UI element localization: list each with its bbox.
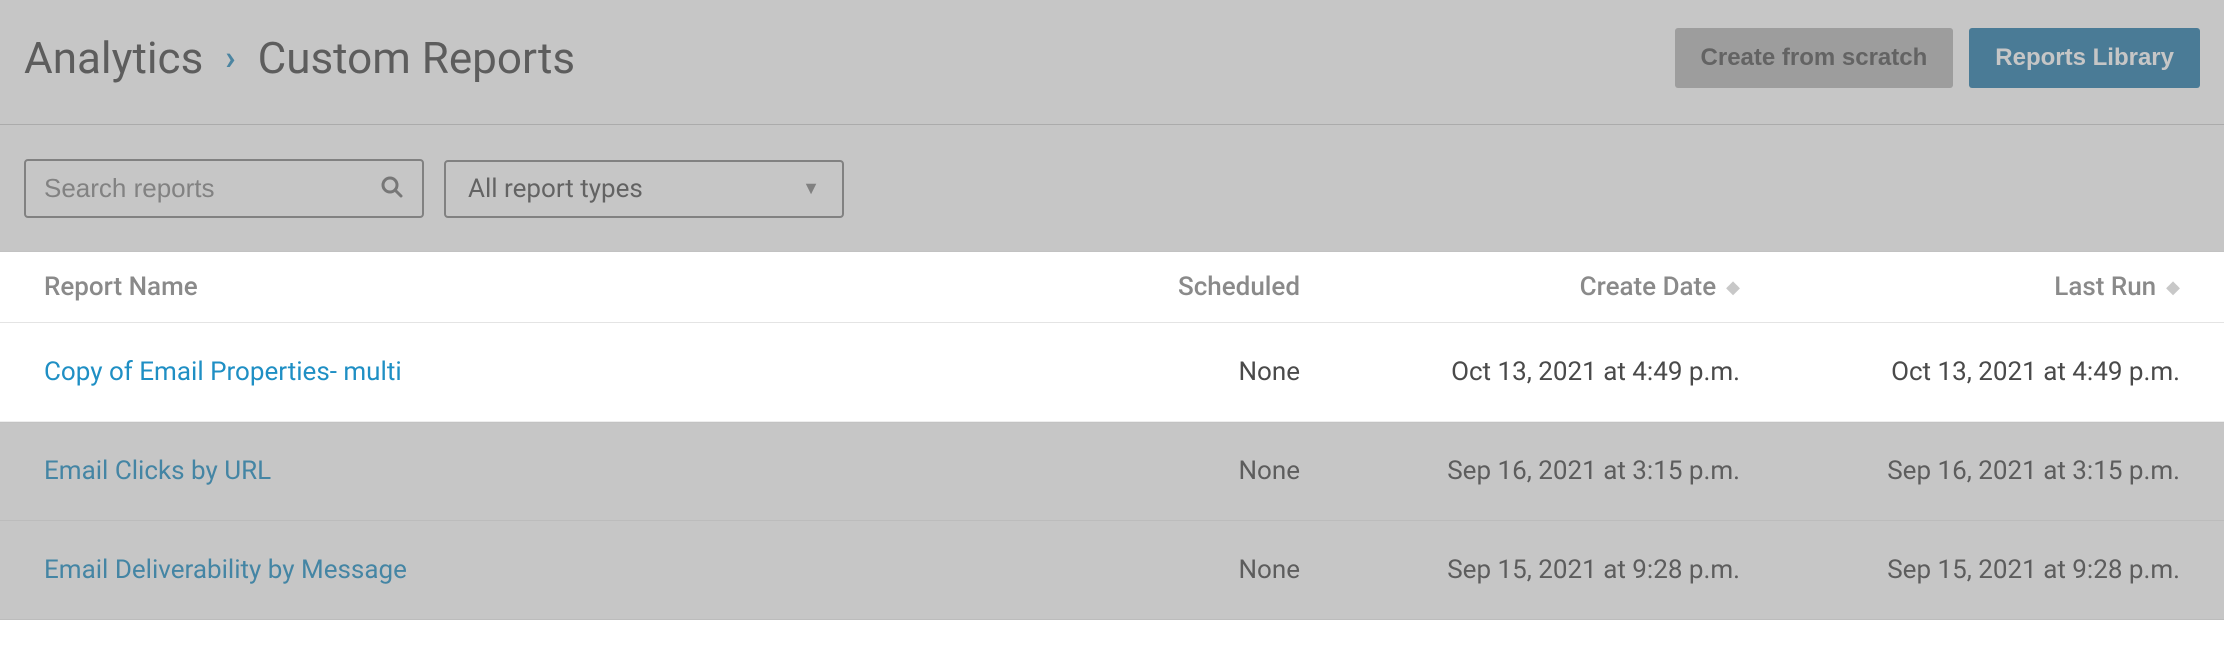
page-header: Analytics › Custom Reports Create from s… bbox=[0, 0, 2224, 125]
cell-last-run: Oct 13, 2021 at 4:49 p.m. bbox=[1740, 357, 2180, 387]
table-body: Copy of Email Properties- multiNoneOct 1… bbox=[0, 323, 2224, 620]
cell-scheduled: None bbox=[1000, 456, 1300, 486]
reports-table: Report Name Scheduled Create Date ◆ Last… bbox=[0, 252, 2224, 620]
table-row: Email Clicks by URLNoneSep 16, 2021 at 3… bbox=[0, 422, 2224, 521]
report-type-selected-label: All report types bbox=[468, 174, 643, 204]
search-icon bbox=[380, 175, 404, 203]
column-header-scheduled[interactable]: Scheduled bbox=[1000, 272, 1300, 302]
caret-down-icon: ▼ bbox=[802, 178, 820, 199]
cell-create-date: Sep 16, 2021 at 3:15 p.m. bbox=[1300, 456, 1740, 486]
report-link[interactable]: Copy of Email Properties- multi bbox=[44, 357, 402, 387]
reports-library-button[interactable]: Reports Library bbox=[1969, 28, 2200, 88]
breadcrumb-current: Custom Reports bbox=[258, 32, 576, 84]
breadcrumb-root[interactable]: Analytics bbox=[24, 32, 203, 84]
cell-report-name: Email Deliverability by Message bbox=[44, 555, 1000, 585]
column-header-last-run-label: Last Run bbox=[2054, 272, 2156, 302]
cell-last-run: Sep 15, 2021 at 9:28 p.m. bbox=[1740, 555, 2180, 585]
table-row: Email Deliverability by MessageNoneSep 1… bbox=[0, 521, 2224, 620]
report-type-select[interactable]: All report types ▼ bbox=[444, 160, 844, 218]
chevron-right-icon: › bbox=[225, 38, 235, 78]
cell-last-run: Sep 16, 2021 at 3:15 p.m. bbox=[1740, 456, 2180, 486]
cell-create-date: Sep 15, 2021 at 9:28 p.m. bbox=[1300, 555, 1740, 585]
column-header-create-date[interactable]: Create Date ◆ bbox=[1300, 272, 1740, 302]
column-header-create-date-label: Create Date bbox=[1580, 272, 1717, 302]
cell-create-date: Oct 13, 2021 at 4:49 p.m. bbox=[1300, 357, 1740, 387]
cell-scheduled: None bbox=[1000, 357, 1300, 387]
search-input[interactable] bbox=[44, 173, 380, 204]
page: Analytics › Custom Reports Create from s… bbox=[0, 0, 2224, 620]
search-reports-field[interactable] bbox=[24, 159, 424, 218]
column-header-last-run[interactable]: Last Run ◆ bbox=[1740, 272, 2180, 302]
report-link[interactable]: Email Clicks by URL bbox=[44, 456, 271, 486]
column-header-name[interactable]: Report Name bbox=[44, 272, 1000, 302]
cell-report-name: Email Clicks by URL bbox=[44, 456, 1000, 486]
table-row: Copy of Email Properties- multiNoneOct 1… bbox=[0, 323, 2224, 422]
create-from-scratch-button[interactable]: Create from scratch bbox=[1675, 28, 1954, 88]
breadcrumb: Analytics › Custom Reports bbox=[24, 32, 575, 84]
report-link[interactable]: Email Deliverability by Message bbox=[44, 555, 407, 585]
toolbar: All report types ▼ bbox=[0, 125, 2224, 252]
cell-report-name: Copy of Email Properties- multi bbox=[44, 357, 1000, 387]
header-actions: Create from scratch Reports Library bbox=[1675, 28, 2200, 88]
sort-icon: ◆ bbox=[1726, 277, 1740, 298]
table-header-row: Report Name Scheduled Create Date ◆ Last… bbox=[0, 252, 2224, 323]
cell-scheduled: None bbox=[1000, 555, 1300, 585]
sort-icon: ◆ bbox=[2166, 277, 2180, 298]
